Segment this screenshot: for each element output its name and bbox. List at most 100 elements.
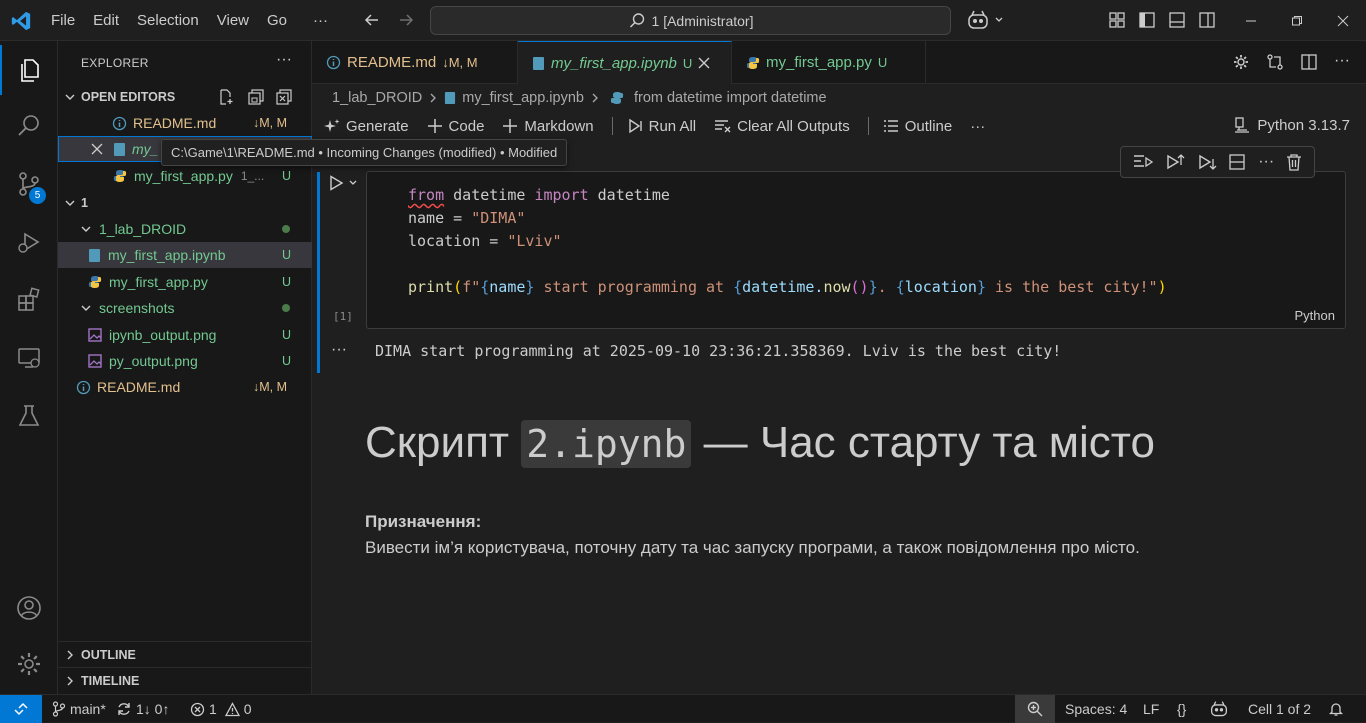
breadcrumb-cell[interactable]: from datetime import datetime <box>634 90 827 106</box>
outline-button[interactable]: Outline <box>883 118 952 135</box>
menu-selection[interactable]: Selection <box>128 12 208 29</box>
chevron-right-icon <box>62 649 78 661</box>
tree-file-py[interactable]: my_first_app.py U <box>58 269 312 295</box>
copilot-button[interactable] <box>966 9 1004 31</box>
cell-indicator[interactable]: Cell 1 of 2 <box>1248 695 1311 723</box>
run-cell-button[interactable] <box>328 175 358 191</box>
notifications-indicator[interactable] <box>1328 695 1344 723</box>
output-more-button[interactable]: ··· <box>331 341 347 359</box>
trash-icon[interactable] <box>1286 153 1302 171</box>
search-icon <box>15 112 43 140</box>
code-cell-editor[interactable]: from datetime import datetime name = "DI… <box>366 171 1346 329</box>
toggle-secondary-sidebar-icon[interactable] <box>1198 11 1216 29</box>
flask-icon <box>15 402 43 430</box>
new-untitled-file-icon[interactable] <box>218 89 234 105</box>
menu-edit[interactable]: Edit <box>84 12 128 29</box>
breadcrumb-folder[interactable]: 1_lab_DROID <box>332 90 422 106</box>
tree-file-py-label: my_first_app.py <box>109 274 208 290</box>
title-bar: File Edit Selection View Go ··· 1 [Admin… <box>0 0 1366 41</box>
tree-folder-screenshots[interactable]: screenshots <box>58 295 312 321</box>
chevron-right-icon <box>62 675 78 687</box>
tree-file-ipynb-output-png[interactable]: ipynb_output.png U <box>58 322 312 348</box>
language-mode-indicator[interactable]: {} <box>1177 695 1186 723</box>
explorer-activity[interactable] <box>0 45 58 95</box>
save-all-icon[interactable] <box>248 89 264 105</box>
remote-explorer-activity[interactable] <box>0 333 58 383</box>
menu-more[interactable]: ··· <box>304 12 337 29</box>
tab-readme[interactable]: README.md ↓M, M <box>312 41 518 84</box>
toggle-primary-sidebar-icon[interactable] <box>1138 11 1156 29</box>
generate-button[interactable]: Generate <box>324 118 409 135</box>
python-icon <box>113 169 127 183</box>
run-debug-activity[interactable] <box>0 217 58 267</box>
forward-arrow-icon[interactable] <box>396 10 416 30</box>
cell-more-icon[interactable]: ··· <box>1258 154 1274 170</box>
open-editors-header[interactable]: OPEN EDITORS <box>58 84 312 110</box>
indentation-indicator[interactable]: Spaces: 4 <box>1065 695 1127 723</box>
tree-file-readme-status: ↓M, M <box>253 380 288 394</box>
code-line-3: location = "Lviv" <box>408 232 562 250</box>
menu-go[interactable]: Go <box>258 12 296 29</box>
open-changes-icon[interactable] <box>1266 53 1284 71</box>
manage-activity[interactable] <box>0 639 58 689</box>
tree-file-ipynb[interactable]: my_first_app.ipynb U <box>58 242 312 268</box>
menu-bar: File Edit Selection View Go ··· <box>42 0 337 41</box>
source-control-activity[interactable]: 5 <box>0 159 58 209</box>
notebook-settings-icon[interactable] <box>1232 53 1250 71</box>
search-text: 1 [Administrator] <box>651 12 754 29</box>
cell-language-label[interactable]: Python <box>1295 308 1335 323</box>
minimize-button[interactable] <box>1228 0 1274 41</box>
more-actions-icon[interactable]: ··· <box>1334 53 1350 71</box>
kernel-picker[interactable]: Python 3.13.7 <box>1233 116 1350 134</box>
remote-indicator[interactable] <box>0 695 42 723</box>
menu-file[interactable]: File <box>42 12 84 29</box>
execute-cell-and-above-icon[interactable] <box>1165 153 1185 171</box>
code-line-5: print(f"{name} start programming at {dat… <box>408 278 1167 296</box>
python-icon <box>746 56 760 70</box>
tab-my-first-app-ipynb[interactable]: my_first_app.ipynb U <box>518 41 732 84</box>
sync-indicator[interactable]: 1↓ 0↑ <box>116 695 169 723</box>
close-all-editors-icon[interactable] <box>276 89 292 105</box>
zoom-indicator[interactable] <box>1015 695 1055 723</box>
menu-view[interactable]: View <box>208 12 258 29</box>
close-icon[interactable] <box>698 57 710 69</box>
branch-indicator[interactable]: main* <box>52 695 106 723</box>
add-markdown-cell-button[interactable]: Markdown <box>502 118 594 135</box>
execute-cell-and-below-icon[interactable] <box>1197 153 1217 171</box>
open-editor-readme[interactable]: README.md ↓M, M <box>58 110 312 136</box>
eol-indicator[interactable]: LF <box>1143 695 1159 723</box>
testing-activity[interactable] <box>0 391 58 441</box>
add-code-cell-button[interactable]: Code <box>427 118 484 135</box>
toggle-panel-icon[interactable] <box>1168 11 1186 29</box>
tree-folder-1-lab-droid[interactable]: 1_lab_DROID <box>58 216 312 242</box>
problems-indicator[interactable]: 1 0 <box>190 695 252 723</box>
split-cell-icon[interactable] <box>1228 153 1246 171</box>
outline-section-header[interactable]: OUTLINE <box>58 641 312 667</box>
open-editor-py[interactable]: my_first_app.py 1_... U <box>58 163 312 189</box>
close-icon <box>1337 15 1349 27</box>
command-center-search[interactable]: 1 [Administrator] <box>430 6 951 35</box>
tree-file-readme[interactable]: README.md ↓M, M <box>58 374 312 400</box>
explorer-more-button[interactable]: ··· <box>276 51 292 69</box>
back-arrow-icon[interactable] <box>362 10 382 30</box>
copilot-status[interactable] <box>1209 695 1229 723</box>
toolbar-more-button[interactable]: ··· <box>970 118 985 135</box>
clear-all-outputs-button[interactable]: Clear All Outputs <box>714 118 850 135</box>
code-line-2: name = "DIMA" <box>408 209 526 227</box>
split-editor-icon[interactable] <box>1300 53 1318 71</box>
tree-file-py-output-png[interactable]: py_output.png U <box>58 348 312 374</box>
run-all-button[interactable]: Run All <box>627 118 696 135</box>
timeline-section-header[interactable]: TIMELINE <box>58 667 312 693</box>
execute-above-icon[interactable] <box>1133 153 1153 171</box>
search-activity[interactable] <box>0 101 58 151</box>
folder-1-header[interactable]: 1 <box>58 190 312 216</box>
close-icon[interactable] <box>91 143 103 155</box>
tab-my-first-app-py[interactable]: my_first_app.py U <box>732 41 926 84</box>
accounts-activity[interactable] <box>0 583 58 633</box>
breadcrumb-file[interactable]: my_first_app.ipynb <box>462 90 584 106</box>
customize-layout-icon[interactable] <box>1108 11 1126 29</box>
restore-button[interactable] <box>1274 0 1320 41</box>
close-window-button[interactable] <box>1320 0 1366 41</box>
chevron-down-icon[interactable] <box>348 178 358 188</box>
extensions-activity[interactable] <box>0 275 58 325</box>
